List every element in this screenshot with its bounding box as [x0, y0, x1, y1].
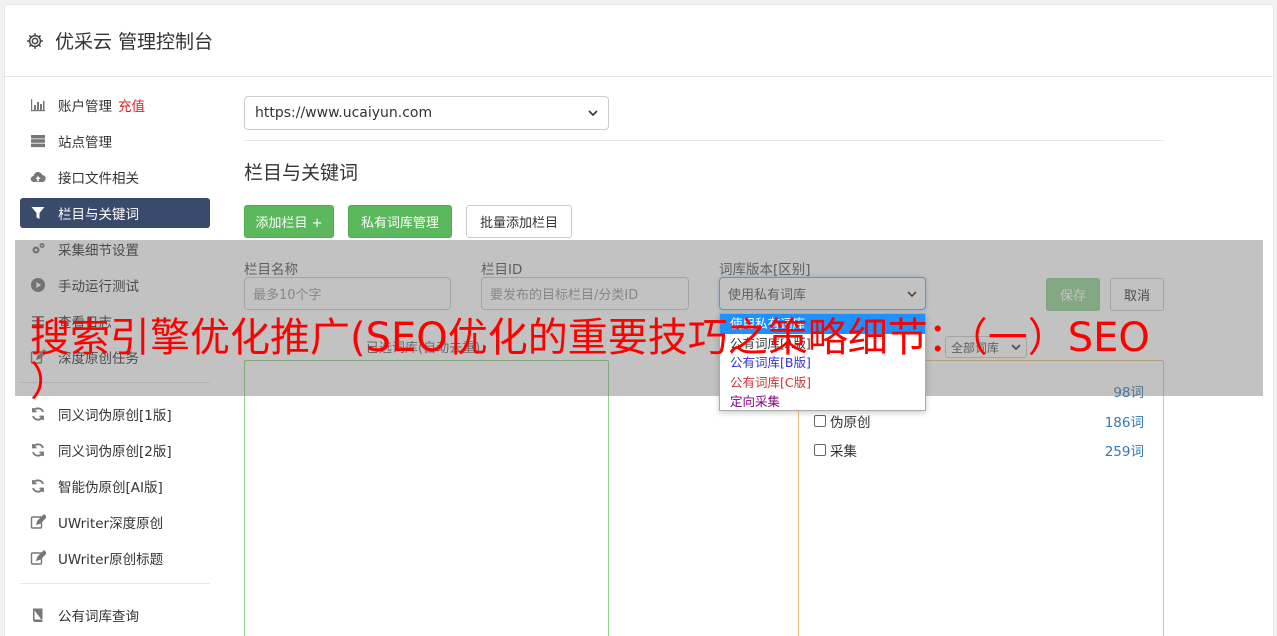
filter-icon	[30, 205, 46, 221]
library-checkbox[interactable]	[814, 444, 826, 456]
sidebar-item-label: 智能伪原创[AI版]	[58, 480, 163, 496]
cloud-upload-icon	[30, 169, 46, 185]
section-title: 栏目与关键词	[244, 162, 359, 184]
divider	[244, 140, 1164, 141]
sidebar-item-uwriter-title[interactable]: UWriter原创标题	[20, 543, 210, 573]
batch-add-button[interactable]: 批量添加栏目	[466, 205, 572, 238]
sidebar-item-sites[interactable]: 站点管理	[20, 126, 210, 156]
sidebar-item-label: 账户管理	[58, 99, 112, 115]
book-icon	[30, 607, 46, 623]
sidebar-item-label: 同义词伪原创[2版]	[58, 444, 172, 460]
overlay-headline-line: ）	[30, 359, 70, 405]
library-name: 采集	[830, 444, 857, 460]
server-icon	[30, 133, 46, 149]
refresh-icon	[30, 442, 46, 458]
site-select[interactable]: https://www.ucaiyun.com	[244, 96, 609, 130]
sidebar-item-synonym-v2[interactable]: 同义词伪原创[2版]	[20, 435, 210, 465]
library-row[interactable]: 采集 259词	[814, 440, 1144, 460]
overlay-headline-line: 搜索引擎优化推广(SEO优化的重要技巧之策略细节：（一）SEO	[30, 315, 1150, 361]
site-select-value: https://www.ucaiyun.com	[255, 105, 433, 121]
library-checkbox[interactable]	[814, 415, 826, 427]
sidebar-divider	[20, 583, 210, 584]
sidebar-item-columns[interactable]: 栏目与关键词	[20, 198, 210, 228]
edit-icon	[30, 514, 46, 530]
sidebar-item-uwriter-deep[interactable]: UWriter深度原创	[20, 507, 210, 537]
library-word-count: 259词	[1104, 444, 1144, 460]
sidebar-item-label: UWriter原创标题	[58, 552, 164, 568]
sidebar-item-label: 接口文件相关	[58, 171, 139, 187]
refresh-icon	[30, 478, 46, 494]
sidebar-item-label: 公有词库查询	[58, 609, 139, 625]
sidebar-item-ai-rewrite[interactable]: 智能伪原创[AI版]	[20, 471, 210, 501]
private-library-button[interactable]: 私有词库管理	[348, 205, 452, 238]
gear-icon	[27, 32, 43, 49]
overlay-headline: 搜索引擎优化推广(SEO优化的重要技巧之策略细节：（一）SEO ）	[30, 316, 1260, 404]
sidebar-item-label: UWriter深度原创	[58, 516, 164, 532]
library-row[interactable]: 伪原创 186词	[814, 411, 1144, 431]
console-header: 优采云 管理控制台	[5, 5, 1273, 77]
add-column-button[interactable]: 添加栏目 +	[244, 205, 334, 238]
refresh-icon	[30, 406, 46, 422]
sidebar-item-account[interactable]: 账户管理 充值	[20, 90, 210, 120]
library-name: 伪原创	[830, 415, 871, 431]
console-title: 优采云 管理控制台	[55, 31, 214, 53]
chevron-down-icon	[588, 110, 598, 117]
sidebar-item-label: 同义词伪原创[1版]	[58, 408, 172, 424]
edit-icon	[30, 550, 46, 566]
recharge-link[interactable]: 充值	[118, 95, 145, 115]
sidebar-item-interface[interactable]: 接口文件相关	[20, 162, 210, 192]
sidebar-item-label: 栏目与关键词	[58, 207, 139, 223]
library-word-count: 186词	[1104, 415, 1144, 431]
sidebar-item-label: 站点管理	[58, 135, 112, 151]
bar-chart-icon	[30, 97, 46, 113]
sidebar-item-public-lib[interactable]: 公有词库查询	[20, 600, 210, 630]
